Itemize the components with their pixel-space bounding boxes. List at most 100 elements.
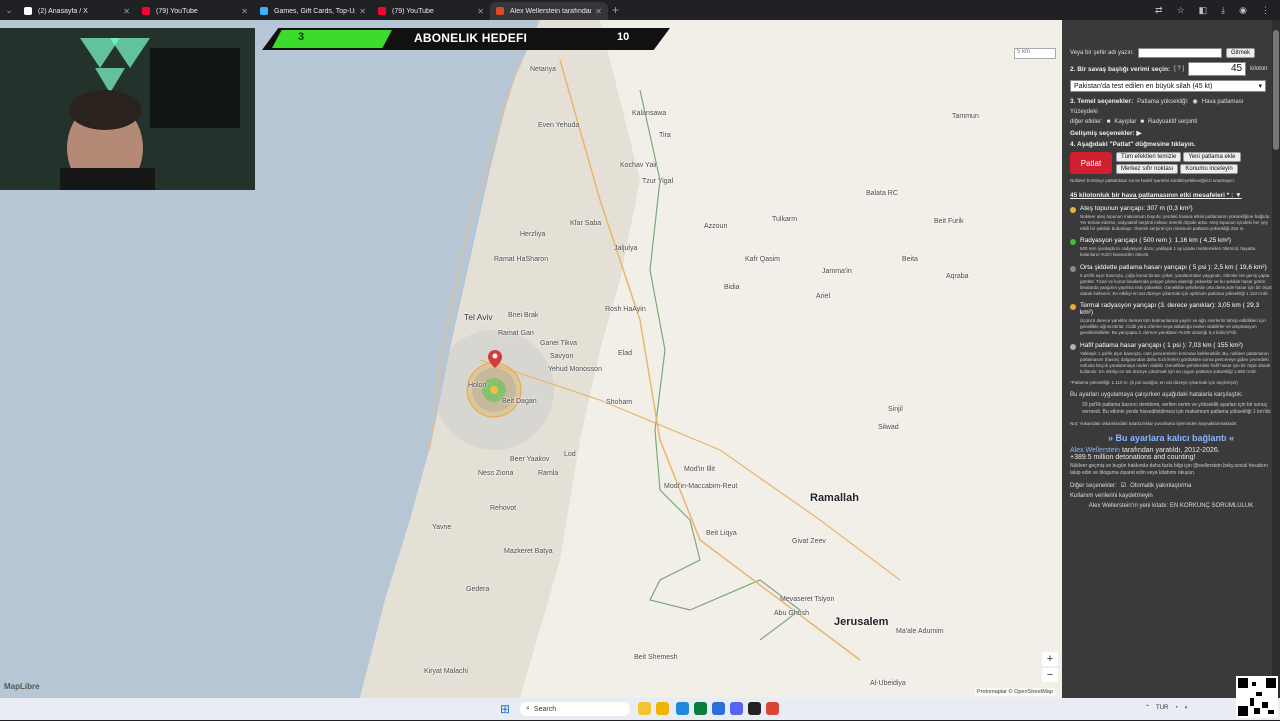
tab-search-icon[interactable]: ⌄: [0, 0, 18, 20]
effect-description: Nükleer ateş topunun maksimum boyutu; ye…: [1080, 213, 1271, 231]
preset-select[interactable]: Pakistan'da test edilen en büyük silah (…: [1070, 80, 1266, 92]
goal-target: 10: [617, 31, 630, 43]
copilot-icon[interactable]: [638, 702, 651, 715]
tab-close-icon[interactable]: ✕: [241, 7, 248, 16]
profile-icon[interactable]: ◉: [1239, 5, 1247, 16]
network-icon[interactable]: ◔: [1174, 705, 1178, 711]
steam-icon[interactable]: [748, 702, 761, 715]
panel-scrollbar[interactable]: [1272, 20, 1280, 698]
effect-toggle-icon[interactable]: [1070, 266, 1076, 273]
casualties-checkbox[interactable]: ■: [1107, 119, 1111, 125]
fallout-checkbox[interactable]: ■: [1140, 119, 1144, 125]
place-label: Tzur Yigal: [642, 178, 674, 185]
browser-toolbar-icons: ⇄ ☆ ◧ ⤓ ◉ ⋮: [1155, 5, 1280, 16]
city-go-button[interactable]: Gitmek: [1226, 48, 1256, 58]
place-label: Kfar Saba: [570, 220, 602, 227]
tab-close-icon[interactable]: ✕: [359, 7, 366, 16]
language-indicator[interactable]: TUR: [1156, 705, 1168, 711]
chevron-up-icon[interactable]: ⌃: [1145, 704, 1150, 711]
center-ground-zero-button[interactable]: Merkez sıfır noktası: [1116, 164, 1179, 174]
help-link[interactable]: [ ? ]: [1174, 66, 1184, 72]
excel-icon[interactable]: [694, 702, 707, 715]
place-label: Azzoun: [704, 223, 728, 230]
browser-tab[interactable]: (79) YouTube ✕: [136, 2, 254, 20]
place-label: Kochav Yair: [620, 162, 658, 169]
place-label: Al-Ubeidiya: [870, 680, 906, 687]
target-marker-icon[interactable]: [488, 350, 502, 368]
translate-icon[interactable]: ⇄: [1155, 5, 1163, 16]
inspect-location-button[interactable]: Konumu inceleyin: [1180, 164, 1238, 174]
zoom-controls: + −: [1042, 652, 1058, 682]
menu-icon[interactable]: ⋮: [1261, 5, 1270, 16]
tab-title: (79) YouTube: [156, 7, 198, 15]
download-icon[interactable]: ⤓: [1221, 5, 1225, 16]
autozoom-checkbox[interactable]: ☑: [1121, 482, 1126, 489]
detonate-button[interactable]: Patlat: [1070, 152, 1112, 174]
start-icon[interactable]: ⊞: [500, 702, 510, 716]
browser-tab[interactable]: Alex Wellerstein tarafından hazı✕: [490, 2, 608, 20]
file-explorer-icon[interactable]: [656, 702, 669, 715]
qr-code-icon: [1238, 678, 1276, 716]
scrollbar-thumb[interactable]: [1273, 30, 1279, 150]
effect-toggle-icon[interactable]: [1070, 239, 1076, 246]
burst-height-label: Patlama yüksekliği:: [1137, 98, 1189, 105]
effect-toggle-icon[interactable]: [1070, 343, 1076, 350]
browser-tab[interactable]: (79) YouTube ✕: [372, 2, 490, 20]
yield-input[interactable]: 45: [1188, 62, 1247, 76]
extensions-icon[interactable]: ◧: [1199, 5, 1208, 16]
browser-tab[interactable]: Games, Gift Cards, Top-Ups & V ✕: [254, 2, 372, 20]
place-label: Lod: [564, 451, 576, 458]
place-label: Tel Aviv: [464, 312, 493, 322]
browser-tab[interactable]: (2) Anasayfa / X ✕: [18, 2, 136, 20]
place-label: Givat Zeev: [792, 538, 826, 545]
place-label: Ariel: [816, 293, 831, 300]
zoom-out-button[interactable]: −: [1042, 668, 1058, 682]
new-detonation-button[interactable]: Yeni patlama ekle: [1183, 152, 1241, 162]
edge-icon[interactable]: [676, 702, 689, 715]
map-attribution[interactable]: Protomaplar © OpenStreetMap: [975, 688, 1055, 696]
subscription-goal-overlay: 3 ABONELIK HEDEFI 10: [262, 28, 670, 50]
place-label: Tammun: [952, 113, 979, 120]
qr-code: [1236, 676, 1278, 718]
place-label: Mevaseret Tsiyon: [780, 596, 835, 603]
advanced-options-toggle[interactable]: Gelişmiş seçenekler: ▶: [1070, 129, 1141, 137]
zoom-in-button[interactable]: +: [1042, 652, 1058, 666]
bookmark-star-icon[interactable]: ☆: [1177, 5, 1185, 16]
goal-label: ABONELIK HEDEFI: [414, 31, 528, 45]
discord-icon[interactable]: [730, 702, 743, 715]
tab-favicon-icon: [496, 7, 504, 15]
place-label: Ramat HaSharon: [494, 256, 549, 263]
effect-description: Üçüncü derece yanıklar derinin tüm katma…: [1080, 318, 1266, 336]
place-label: Kalansawa: [632, 110, 667, 117]
author-link[interactable]: Alex Wellerstein: [1070, 447, 1120, 454]
effect-item: Termal radyasyon yarıçapı (3. derece yan…: [1070, 302, 1272, 336]
rounding-note: Not: Yukarıdaki rakamlardaki tutarsızlık…: [1070, 421, 1238, 427]
chrome-icon[interactable]: [766, 702, 779, 715]
air-burst-radio[interactable]: ◉: [1192, 98, 1197, 105]
new-tab-button[interactable]: +: [612, 3, 619, 17]
tab-favicon-icon: [260, 7, 268, 15]
other-effects-label: diğer etkiler:: [1070, 119, 1103, 125]
taskbar-search[interactable]: ⌕ Search: [520, 702, 630, 716]
volume-icon[interactable]: ◖: [1184, 705, 1188, 711]
effect-body: Hafif patlama hasar yarıçapı ( 1 psi ): …: [1080, 342, 1272, 374]
effects-list: Ateş topunun yarıçapı: 307 m (0,3 km²) Nü…: [1070, 205, 1272, 375]
book-promo[interactable]: Alex Wellerstein'ın yeni kitabı: EN KORK…: [1070, 503, 1272, 509]
maplibre-logo[interactable]: MapLibre: [4, 682, 40, 691]
clear-effects-button[interactable]: Tüm efektleri temizle: [1116, 152, 1182, 162]
place-label: Ramallah: [810, 492, 859, 504]
effects-header[interactable]: 45 kilotonluk bir hava patlamasının etki…: [1070, 192, 1272, 199]
errors-header: Bu ayarları uygulamaya çalışırken aşağıd…: [1070, 392, 1243, 399]
browser-tab-bar: ⌄ (2) Anasayfa / X ✕ (79) YouTube ✕ Games, G…: [0, 0, 1280, 20]
effect-toggle-icon[interactable]: [1070, 304, 1076, 311]
place-label: Beit Liqya: [706, 530, 737, 537]
system-tray: ⌃ TUR ◔ ◖: [1145, 704, 1188, 712]
place-label: Modi'in-Maccabim-Reut: [664, 483, 738, 490]
permalink[interactable]: » Bu ayarlara kalıcı bağlantı «: [1070, 433, 1272, 443]
city-input[interactable]: [1138, 48, 1223, 58]
effect-toggle-icon[interactable]: [1070, 206, 1076, 213]
store-icon[interactable]: [712, 702, 725, 715]
tab-close-icon[interactable]: ✕: [595, 7, 602, 16]
tab-close-icon[interactable]: ✕: [477, 7, 484, 16]
tab-close-icon[interactable]: ✕: [123, 7, 130, 16]
